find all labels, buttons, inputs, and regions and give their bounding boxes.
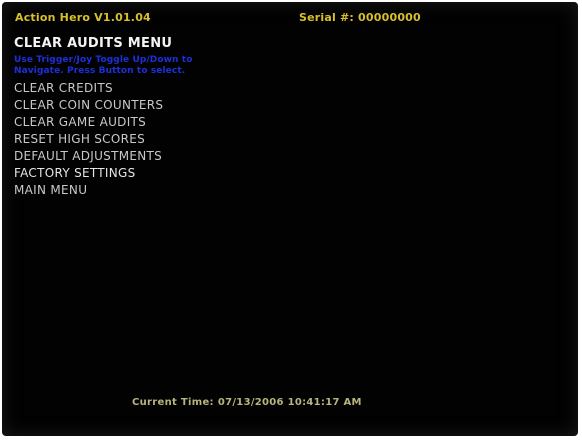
serial-number: Serial #: 00000000 (299, 11, 421, 24)
menu-item-factory-settings[interactable]: FACTORY SETTINGS (14, 165, 163, 182)
current-time-label: Current Time: (132, 397, 214, 408)
menu-item-clear-game-audits[interactable]: CLEAR GAME AUDITS (14, 114, 163, 131)
navigation-hint-line-2: Navigate. Press Button to select. (14, 66, 186, 76)
menu-title: CLEAR AUDITS MENU (14, 36, 173, 51)
clear-audits-menu-list: CLEAR CREDITS CLEAR COIN COUNTERS CLEAR … (14, 80, 163, 199)
header-bar: Action Hero V1.01.04 Serial #: 00000000 (15, 11, 564, 27)
menu-item-clear-credits[interactable]: CLEAR CREDITS (14, 80, 163, 97)
menu-item-main-menu[interactable]: MAIN MENU (14, 182, 163, 199)
game-version-title: Action Hero V1.01.04 (15, 11, 151, 24)
current-time-value: 07/13/2006 10:41:17 AM (217, 397, 362, 408)
navigation-hint-line-1: Use Trigger/Joy Toggle Up/Down to (14, 55, 193, 65)
menu-item-reset-high-scores[interactable]: RESET HIGH SCORES (14, 131, 163, 148)
menu-item-default-adjustments[interactable]: DEFAULT ADJUSTMENTS (14, 148, 163, 165)
crt-screen: Action Hero V1.01.04 Serial #: 00000000 … (2, 2, 578, 436)
current-time-readout: Current Time: 07/13/2006 10:41:17 AM (132, 397, 362, 408)
menu-item-clear-coin-counters[interactable]: CLEAR COIN COUNTERS (14, 97, 163, 114)
